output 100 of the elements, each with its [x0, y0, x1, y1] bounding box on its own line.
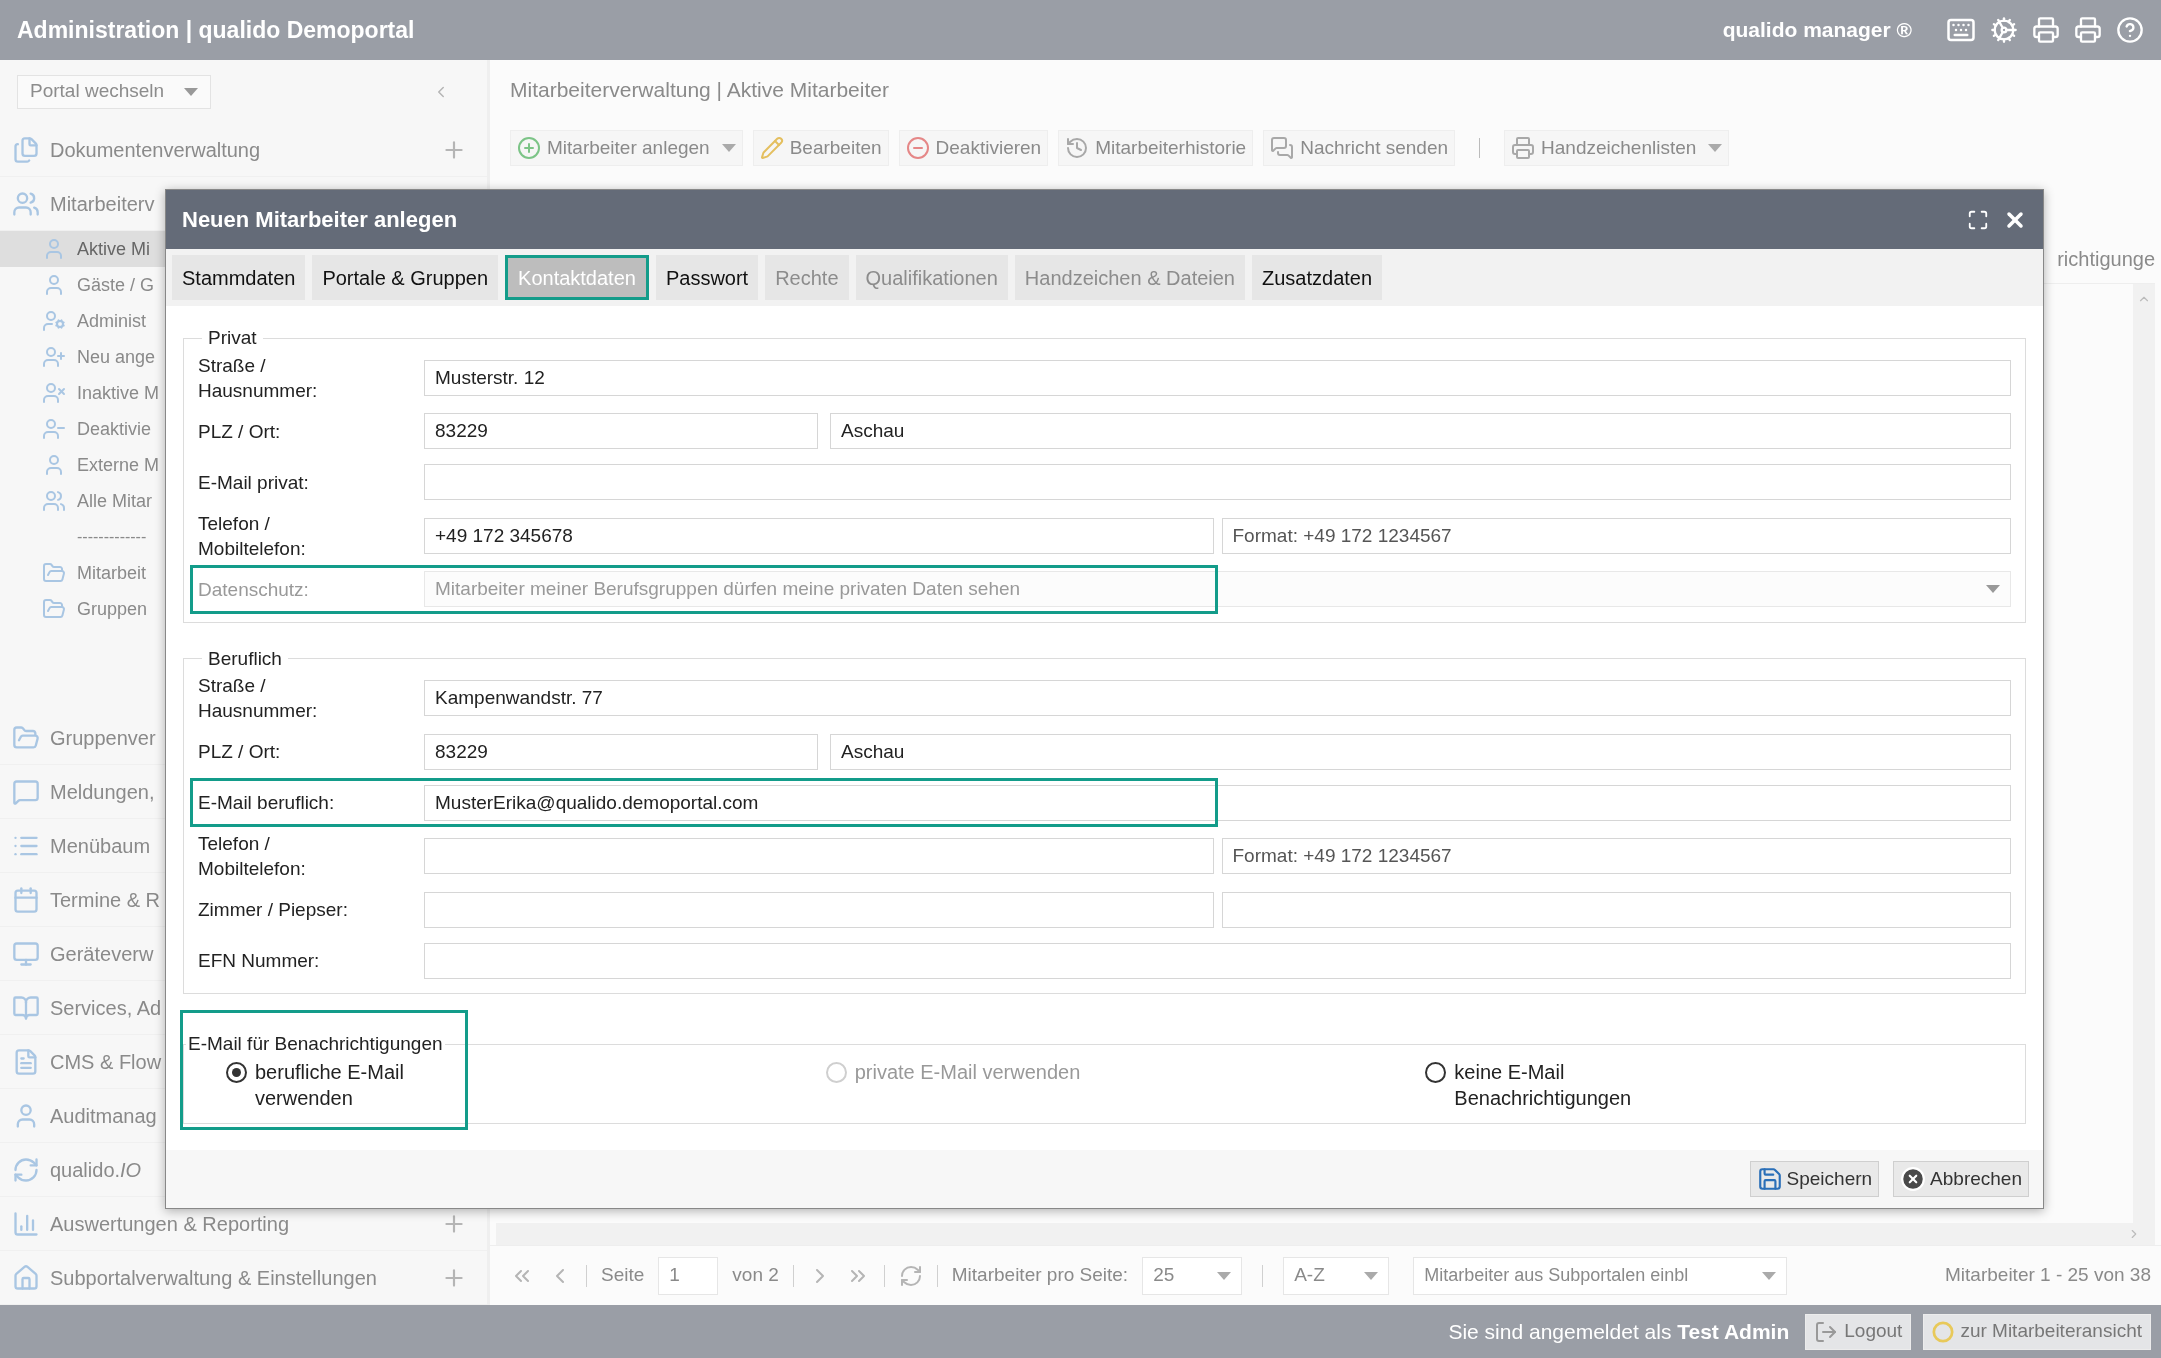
horizontal-scrollbar[interactable] — [496, 1223, 2155, 1245]
folder-icon — [42, 597, 66, 621]
refresh-icon — [12, 1155, 40, 1184]
tab[interactable]: Stammdaten — [172, 255, 306, 300]
column-header[interactable]: richtigunge — [2057, 243, 2155, 274]
toolbar-button[interactable]: Bearbeiten — [752, 130, 889, 166]
text-field[interactable]: Format: +49 172 1234567 — [1221, 517, 2011, 554]
chat-icon — [1270, 136, 1295, 160]
text-field[interactable]: 83229 — [424, 413, 818, 449]
ring-icon — [1932, 1320, 1955, 1343]
field-label: Datenschutz: — [198, 577, 310, 602]
logout-button[interactable]: Logout — [1805, 1313, 1912, 1350]
users-icon — [12, 189, 40, 218]
field-label: PLZ / Ort: — [198, 740, 282, 764]
tab[interactable]: Passwort — [655, 255, 759, 300]
toolbar-button[interactable]: Mitarbeiterhistorie — [1058, 130, 1254, 166]
section-legend: Beruflich — [202, 644, 288, 673]
history-icon — [1065, 136, 1090, 160]
portal-select[interactable]: Portal wechseln — [17, 74, 211, 109]
page-count: von 2 — [732, 1263, 779, 1288]
plus-circle-icon — [517, 136, 541, 160]
caret-icon — [184, 87, 198, 96]
breadcrumb: Mitarbeiterverwaltung | Aktive Mitarbeiter — [510, 77, 889, 104]
home-icon — [12, 1263, 40, 1292]
per-page-select[interactable]: 25 — [1142, 1256, 1243, 1295]
field-label: Zimmer / Piepser: — [198, 898, 349, 922]
pencil-icon — [759, 136, 784, 160]
maximize-icon[interactable] — [1967, 208, 1989, 231]
text-field[interactable]: Musterstr. 12 — [424, 359, 2011, 396]
book-icon — [12, 993, 40, 1022]
user-icon — [42, 309, 66, 333]
caret-icon — [1217, 1271, 1232, 1280]
per-page-label: Mitarbeiter pro Seite: — [951, 1263, 1129, 1288]
select-field: Mitarbeiter meiner Berufsgruppen dürfen meine privaten Daten sehen — [424, 571, 2011, 607]
field-label: Straße / Hausnummer: — [198, 353, 319, 403]
calendar-icon — [12, 885, 40, 914]
radio-option[interactable]: keine E-Mail Benachrichtigungen — [1425, 1058, 1656, 1111]
toolbar-button[interactable]: Nachricht senden — [1263, 130, 1456, 166]
logout-icon — [1814, 1319, 1839, 1344]
documents-icon — [12, 135, 40, 164]
page-label: Seite — [601, 1263, 645, 1288]
text-field[interactable]: MusterErika@qualido.demoportal.com — [424, 784, 2011, 821]
section-legend: Privat — [202, 324, 263, 353]
login-status: Sie sind angemeldet als Test Admin — [1448, 1318, 1790, 1345]
radio-button[interactable] — [226, 1061, 247, 1083]
bar-chart-icon — [12, 1209, 40, 1238]
text-field[interactable] — [424, 838, 1214, 874]
field-label: Telefon / Mobiltelefon: — [198, 511, 307, 561]
monitor-icon — [12, 939, 40, 968]
refresh-icon[interactable] — [898, 1263, 923, 1288]
app-title: Administration | qualido Demoportal — [17, 15, 415, 45]
cancel-icon — [1900, 1166, 1927, 1192]
field-label: EFN Nummer: — [198, 949, 321, 973]
text-field[interactable]: Kampenwandstr. 77 — [424, 680, 2011, 716]
help-icon[interactable] — [2116, 16, 2144, 44]
folder-icon — [42, 561, 66, 585]
user-icon — [42, 417, 66, 441]
field-label: Straße / Hausnummer: — [198, 674, 319, 723]
radio-button[interactable] — [1425, 1061, 1447, 1083]
text-field[interactable] — [424, 942, 2011, 979]
subportal-select[interactable]: Mitarbeiter aus Subportalen einbl — [1413, 1256, 1788, 1295]
speech-bubble-icon — [12, 777, 40, 806]
field-label: E-Mail privat: — [198, 470, 310, 495]
text-field[interactable] — [424, 891, 1214, 928]
user-icon — [42, 489, 66, 513]
user-icon — [42, 381, 66, 405]
toolbar-button[interactable]: Mitarbeiter anlegen — [510, 130, 743, 166]
tab[interactable]: Zusatzdaten — [1252, 255, 1383, 300]
caret-icon — [1986, 585, 2000, 593]
record-count: Mitarbeiter 1 - 25 von 38 — [1945, 1263, 2151, 1288]
radio-option[interactable]: berufliche E-Mail verwenden — [226, 1058, 456, 1111]
text-field[interactable]: Format: +49 172 1234567 — [1221, 838, 2011, 874]
tab[interactable]: Kontaktdaten — [505, 255, 649, 300]
user-icon — [42, 345, 66, 369]
cancel-button[interactable]: Abbrechen — [1893, 1161, 2029, 1197]
tab[interactable]: Portale & Gruppen — [312, 255, 499, 300]
sidebar-section[interactable]: Dokumentenverwaltung — [0, 123, 487, 177]
dialog-title: Neuen Mitarbeiter anlegen — [182, 206, 458, 234]
text-field[interactable] — [424, 464, 2011, 500]
scrollbar[interactable] — [2133, 284, 2155, 1223]
separator-text: ------------- — [77, 527, 147, 547]
printer-icon[interactable] — [2074, 16, 2102, 44]
field-label: Telefon / Mobiltelefon: — [198, 832, 307, 881]
caret-icon — [1762, 1271, 1777, 1280]
field-label: E-Mail beruflich: — [198, 791, 336, 815]
sort-select[interactable]: A-Z — [1283, 1256, 1390, 1295]
text-field[interactable]: Aschau — [830, 413, 2011, 449]
toolbar-button[interactable]: Deaktivieren — [898, 130, 1049, 166]
text-field[interactable]: Aschau — [830, 733, 2011, 770]
employee-view-button[interactable]: zur Mitarbeiteransicht — [1923, 1313, 2151, 1350]
text-field[interactable] — [1221, 891, 2011, 928]
printer-icon — [1511, 136, 1536, 160]
toolbar-button[interactable]: Handzeichenlisten — [1504, 130, 1730, 166]
save-button[interactable]: Speichern — [1749, 1161, 1880, 1197]
section-legend: E-Mail für Benachrichtigungen — [186, 1030, 445, 1059]
text-field[interactable]: +49 172 345678 — [424, 517, 1214, 554]
field-label: PLZ / Ort: — [198, 419, 282, 444]
page-field[interactable]: 1 — [658, 1256, 719, 1295]
text-field[interactable]: 83229 — [424, 733, 818, 770]
radio-option: private E-Mail verwenden — [825, 1058, 1426, 1111]
